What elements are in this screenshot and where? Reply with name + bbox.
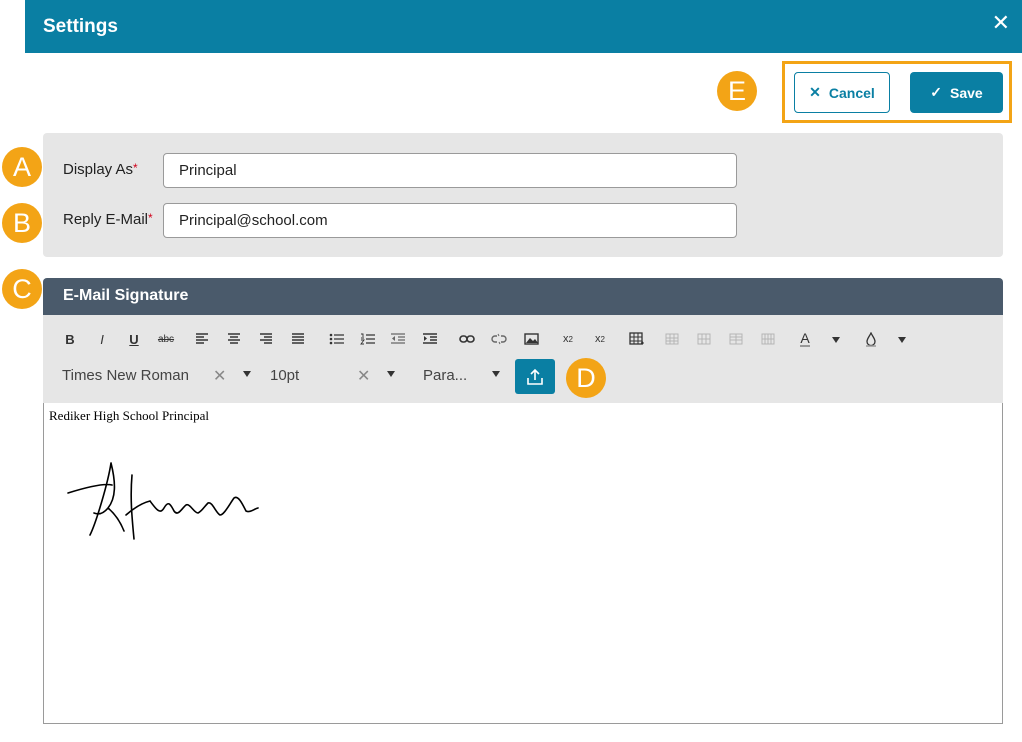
align-right-icon[interactable]	[254, 328, 278, 350]
handwritten-signature-image	[67, 462, 259, 540]
signature-section-header: E-Mail Signature	[43, 278, 1003, 315]
table-column-icon[interactable]	[692, 328, 716, 350]
insert-table-icon[interactable]	[624, 328, 648, 350]
align-justify-icon[interactable]	[286, 328, 310, 350]
upload-icon	[527, 368, 543, 385]
reply-email-label: Reply E-Mail*	[63, 211, 153, 228]
signature-section-title: E-Mail Signature	[63, 287, 189, 304]
italic-button[interactable]: I	[90, 328, 114, 350]
cancel-button[interactable]: ✕ Cancel	[794, 72, 890, 113]
font-color-dropdown-icon[interactable]	[832, 337, 840, 343]
align-left-icon[interactable]	[190, 328, 214, 350]
callout-badge-d: D	[566, 358, 606, 398]
dialog-header: Settings ✕	[25, 0, 1022, 53]
x-icon: ✕	[809, 84, 821, 100]
table-row-above-icon[interactable]	[660, 328, 684, 350]
image-icon[interactable]	[519, 328, 543, 350]
indent-icon[interactable]	[418, 328, 442, 350]
upload-image-button[interactable]	[515, 359, 555, 394]
link-icon[interactable]	[455, 328, 479, 350]
numbered-list-icon[interactable]	[356, 328, 380, 350]
font-size-select[interactable]: 10pt	[270, 367, 299, 384]
underline-button[interactable]: U	[122, 328, 146, 350]
close-icon[interactable]: ✕	[992, 10, 1010, 36]
callout-badge-e: E	[717, 71, 757, 111]
bold-button[interactable]: B	[58, 328, 82, 350]
callout-badge-b: B	[2, 203, 42, 243]
font-color-icon[interactable]: A	[793, 328, 817, 350]
save-label: Save	[950, 84, 983, 101]
callout-badge-a: A	[2, 147, 42, 187]
clear-font-size-icon[interactable]: ✕	[357, 366, 370, 386]
background-color-dropdown-icon[interactable]	[898, 337, 906, 343]
block-format-dropdown-icon[interactable]	[492, 371, 500, 377]
sender-fields-panel	[43, 133, 1003, 257]
check-icon: ✓	[930, 84, 943, 100]
bullet-list-icon[interactable]	[325, 328, 349, 350]
editor-toolbar: B I U abc x2 x2 A Times New Roman ✕ 10pt…	[43, 315, 1003, 403]
table-delete-column-icon[interactable]	[756, 328, 780, 350]
callout-badge-c: C	[2, 269, 42, 309]
unlink-icon[interactable]	[487, 328, 511, 350]
display-as-label: Display As*	[63, 161, 138, 178]
font-size-dropdown-icon[interactable]	[387, 371, 395, 377]
signature-text: Rediker High School Principal	[49, 408, 209, 423]
save-button[interactable]: ✓ Save	[910, 72, 1003, 113]
font-family-select[interactable]: Times New Roman	[62, 367, 189, 384]
strikethrough-button[interactable]: abc	[154, 328, 178, 350]
outdent-icon[interactable]	[386, 328, 410, 350]
reply-email-input[interactable]	[163, 203, 737, 238]
clear-font-family-icon[interactable]: ✕	[213, 366, 226, 386]
cancel-label: Cancel	[828, 84, 875, 101]
signature-editor[interactable]: Rediker High School Principal	[43, 403, 1003, 724]
subscript-icon[interactable]: x2	[556, 328, 580, 350]
align-center-icon[interactable]	[222, 328, 246, 350]
background-color-icon[interactable]	[859, 328, 883, 350]
table-delete-row-icon[interactable]	[724, 328, 748, 350]
display-as-input[interactable]	[163, 153, 737, 188]
font-family-dropdown-icon[interactable]	[243, 371, 251, 377]
dialog-title: Settings	[43, 16, 118, 37]
block-format-select[interactable]: Para...	[423, 367, 467, 384]
superscript-icon[interactable]: x2	[588, 328, 612, 350]
